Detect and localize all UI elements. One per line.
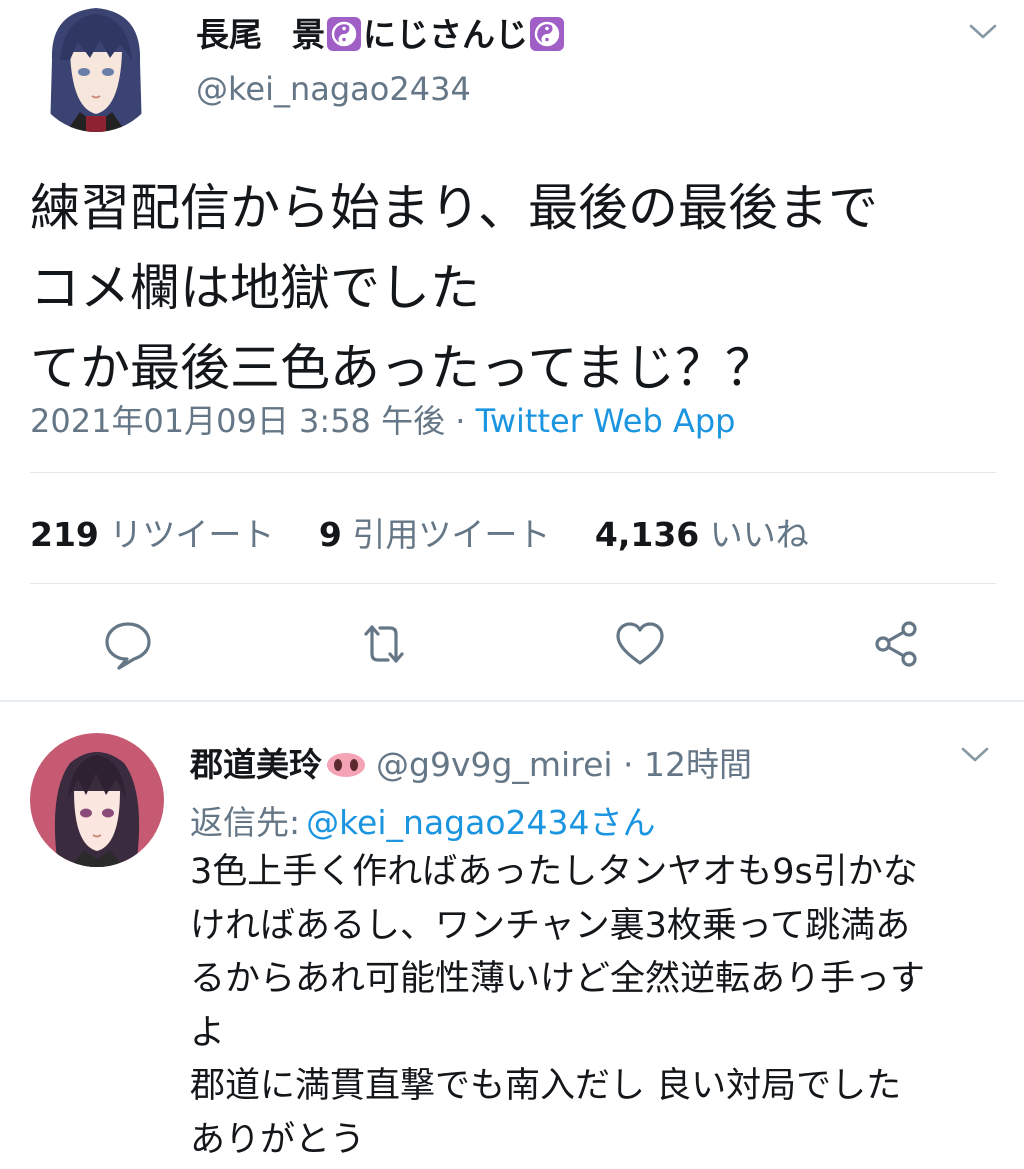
tweet-stats: 219 リツイート 9 引用ツイート 4,136 いいね xyxy=(30,508,843,556)
section-separator xyxy=(0,700,1024,702)
pig-nose-icon xyxy=(326,747,366,777)
tweet-meta: 2021年01月09日 3:58 午後 · Twitter Web App xyxy=(30,396,735,442)
author-handle[interactable]: @kei_nagao2434 xyxy=(196,70,471,108)
author-name-part1: 長尾 xyxy=(196,15,262,54)
tweet-action-bar xyxy=(0,616,1024,676)
tweet-text-line: コメ欄は地獄でした xyxy=(30,259,480,317)
quote-label[interactable]: 引用ツイート xyxy=(352,515,550,554)
divider xyxy=(30,472,996,473)
author-name-part3: にじさんじ xyxy=(363,15,528,54)
like-count[interactable]: 4,136 xyxy=(595,515,699,554)
tweet-text: 練習配信から始まり、最後の最後まで コメ欄は地獄でした てか最後三色あったってま… xyxy=(30,168,1010,408)
meta-separator: · xyxy=(445,402,476,440)
reply-text-line: 郡道に満貫直撃でも南入だし 良い対局でした xyxy=(190,1066,902,1106)
tweet-source[interactable]: Twitter Web App xyxy=(476,402,736,440)
quote-count[interactable]: 9 xyxy=(319,515,342,554)
author-name-part2: 景 xyxy=(292,15,325,54)
retweet-count[interactable]: 219 xyxy=(30,515,99,554)
like-label[interactable]: いいね xyxy=(710,515,809,554)
yin-yang-icon xyxy=(327,17,361,51)
like-icon[interactable] xyxy=(612,616,668,672)
tweet-text-line: 練習配信から始まり、最後の最後まで xyxy=(30,179,878,237)
reply-text-line: 3色上手く作ればあったしタンヤオも9s引かな xyxy=(190,852,918,892)
reply-text-line: よ xyxy=(190,1012,226,1053)
replying-to-label: 返信先: xyxy=(190,803,301,842)
reply-text: 3色上手く作ればあったしタンヤオも9s引かな ければあるし、ワンチャン裏3枚乗っ… xyxy=(190,846,990,1167)
retweet-label[interactable]: リツイート xyxy=(109,515,274,554)
reply-text-line: ありがとう xyxy=(190,1119,366,1160)
chevron-down-icon[interactable] xyxy=(968,22,998,42)
chevron-down-icon[interactable] xyxy=(960,745,990,765)
reply-author-avatar[interactable] xyxy=(30,733,164,867)
divider xyxy=(30,583,996,584)
author-display-name[interactable]: 長尾景にじさんじ xyxy=(196,8,566,56)
reply-icon[interactable] xyxy=(100,616,156,672)
author-avatar[interactable] xyxy=(30,0,162,132)
share-icon[interactable] xyxy=(868,616,924,672)
reply-time[interactable]: · 12時間 xyxy=(613,745,752,784)
yin-yang-icon xyxy=(530,17,564,51)
reply-text-line: るからあれ可能性薄いけど全然逆転あり手っす xyxy=(190,959,926,999)
replying-to-mention[interactable]: @kei_nagao2434さん xyxy=(306,803,655,842)
replying-to: 返信先: @kei_nagao2434さん xyxy=(190,796,656,844)
tweet-timestamp[interactable]: 2021年01月09日 3:58 午後 xyxy=(30,402,445,440)
reply-author-name[interactable]: 郡道美玲 xyxy=(190,745,322,784)
retweet-icon[interactable] xyxy=(356,616,412,672)
reply-text-line: ければあるし、ワンチャン裏3枚乗って跳満あ xyxy=(190,905,911,946)
reply-author-handle[interactable]: @g9v9g_mirei xyxy=(376,745,613,784)
reply-header: 郡道美玲 @g9v9g_mirei · 12時間 xyxy=(190,738,752,786)
